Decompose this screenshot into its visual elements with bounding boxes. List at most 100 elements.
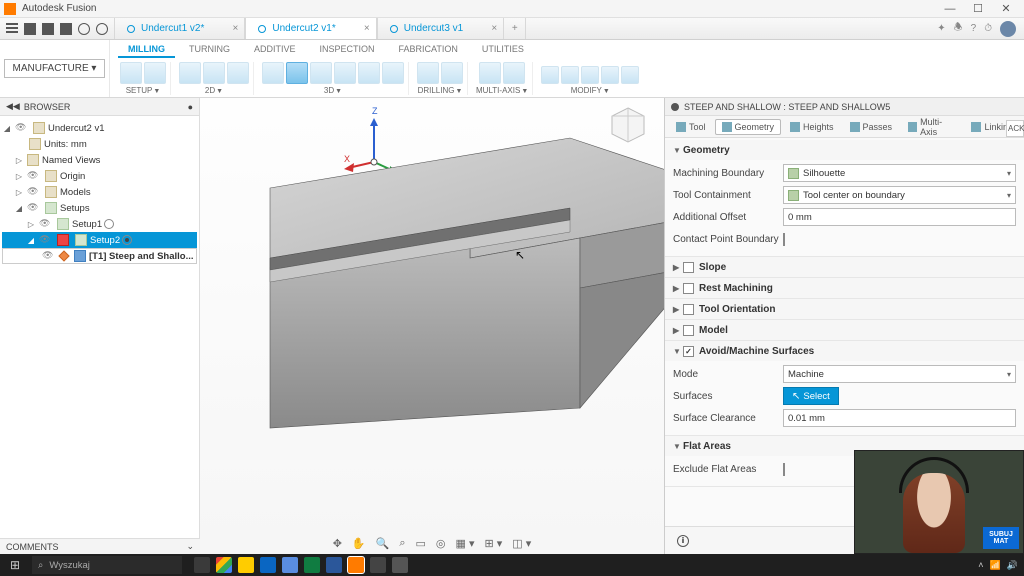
- document-tab-2[interactable]: Undercut2 v1* ×: [245, 18, 376, 39]
- start-button[interactable]: ⊞: [0, 558, 30, 572]
- multiaxis-icon[interactable]: [503, 62, 525, 84]
- collapse-icon[interactable]: ◀◀: [6, 101, 20, 112]
- modify-icon[interactable]: [581, 66, 599, 84]
- tray-up-icon[interactable]: ˄: [978, 560, 983, 570]
- app-icon[interactable]: [282, 557, 298, 573]
- comments-bar[interactable]: COMMENTS ⌄: [0, 538, 200, 554]
- active-setup-radio[interactable]: [122, 235, 132, 245]
- zoom-icon[interactable]: 🔍: [376, 537, 390, 550]
- help-icon[interactable]: ?: [971, 23, 977, 34]
- fit-icon[interactable]: ▭: [416, 537, 426, 550]
- tree-setup1[interactable]: ▷Setup1: [2, 216, 197, 232]
- input-additional-offset[interactable]: [783, 208, 1016, 226]
- 2d-op-icon[interactable]: [179, 62, 201, 84]
- section-tool-orientation[interactable]: ▶Tool Orientation: [665, 299, 1024, 319]
- close-tab-icon[interactable]: ×: [364, 23, 370, 34]
- visibility-icon[interactable]: [39, 234, 51, 246]
- section-slope[interactable]: ▶Slope: [665, 257, 1024, 277]
- pan-icon[interactable]: ✋: [352, 537, 366, 550]
- tab-geometry[interactable]: Geometry: [715, 119, 782, 135]
- jobs-icon[interactable]: ⏱: [984, 23, 992, 34]
- nc-program-icon[interactable]: [144, 62, 166, 84]
- checkbox-contact-point[interactable]: [783, 233, 785, 246]
- minimize-button[interactable]: —: [936, 3, 964, 15]
- grid-icon[interactable]: [6, 23, 18, 35]
- tree-units[interactable]: Units: mm: [2, 136, 197, 152]
- dropdown-mode[interactable]: Machine: [783, 365, 1016, 383]
- 2d-op-icon[interactable]: [227, 62, 249, 84]
- section-rest-machining[interactable]: ▶Rest Machining: [665, 278, 1024, 298]
- tree-origin[interactable]: ▷Origin: [2, 168, 197, 184]
- look-at-icon[interactable]: ◎: [436, 537, 446, 550]
- document-tab-1[interactable]: Undercut1 v2* ×: [114, 18, 245, 39]
- grid-icon[interactable]: ⊞ ▾: [485, 537, 503, 550]
- section-avoid-surfaces[interactable]: ▼Avoid/Machine Surfaces: [665, 341, 1024, 361]
- extensions-icon[interactable]: ✦: [937, 23, 945, 34]
- file-menu-icon[interactable]: [42, 23, 54, 35]
- new-tab-button[interactable]: +: [504, 18, 526, 39]
- tree-models[interactable]: ▷Models: [2, 184, 197, 200]
- close-tab-icon[interactable]: ×: [491, 23, 497, 34]
- checkbox-exclude-flat[interactable]: [783, 463, 785, 476]
- save-icon[interactable]: [60, 23, 72, 35]
- app-icon[interactable]: [370, 557, 386, 573]
- visibility-icon[interactable]: [15, 122, 27, 134]
- select-surfaces-button[interactable]: ↖Select: [783, 387, 839, 405]
- tree-setup2[interactable]: ◢Setup2: [2, 232, 197, 248]
- dropdown-tool-containment[interactable]: Tool center on boundary: [783, 186, 1016, 204]
- tab-heights[interactable]: Heights: [783, 119, 841, 135]
- tab-milling[interactable]: MILLING: [118, 42, 175, 58]
- visibility-icon[interactable]: [27, 170, 39, 182]
- system-tray[interactable]: ˄ 📶 🔊: [978, 560, 1024, 571]
- setup-icon[interactable]: [120, 62, 142, 84]
- tree-root[interactable]: ◢Undercut2 v1: [2, 120, 197, 136]
- info-icon[interactable]: i: [677, 535, 689, 547]
- multiaxis-icon[interactable]: [479, 62, 501, 84]
- user-avatar[interactable]: [1000, 21, 1016, 37]
- section-model[interactable]: ▶Model: [665, 320, 1024, 340]
- tab-turning[interactable]: TURNING: [179, 42, 240, 58]
- checkbox-model[interactable]: [683, 325, 694, 336]
- pin-icon[interactable]: ●: [188, 102, 193, 112]
- dropdown-machining-boundary[interactable]: Silhouette: [783, 164, 1016, 182]
- manufacture-button[interactable]: MANUFACTURE ▾: [4, 59, 106, 78]
- drill-icon[interactable]: [441, 62, 463, 84]
- explorer-icon[interactable]: [238, 557, 254, 573]
- modify-icon[interactable]: [621, 66, 639, 84]
- app-icon[interactable]: [392, 557, 408, 573]
- checkbox-avoid-surfaces[interactable]: [683, 346, 694, 357]
- tab-utilities[interactable]: UTILITIES: [472, 42, 534, 58]
- fusion-icon[interactable]: [348, 557, 364, 573]
- visibility-icon[interactable]: [27, 202, 39, 214]
- close-tab-icon[interactable]: ×: [233, 23, 239, 34]
- input-surface-clearance[interactable]: [783, 409, 1016, 427]
- notifications-icon[interactable]: 🕭: [954, 20, 963, 37]
- expand-icon[interactable]: ⌄: [186, 541, 194, 552]
- modify-icon[interactable]: [601, 66, 619, 84]
- 3d-op-icon[interactable]: [310, 62, 332, 84]
- tab-multiaxis[interactable]: Multi-Axis: [901, 114, 962, 140]
- visibility-icon[interactable]: [39, 218, 51, 230]
- orbit-icon[interactable]: ✥: [333, 537, 342, 550]
- 3d-op-icon[interactable]: [334, 62, 356, 84]
- viewcube[interactable]: [606, 104, 650, 148]
- zoom-window-icon[interactable]: ⌕: [399, 537, 405, 550]
- task-view-icon[interactable]: [194, 557, 210, 573]
- checkbox-orientation[interactable]: [683, 304, 694, 315]
- wifi-icon[interactable]: 📶: [990, 560, 1001, 571]
- volume-icon[interactable]: 🔊: [1007, 560, 1018, 571]
- side-dock-item[interactable]: ACK: [1006, 120, 1024, 137]
- section-geometry[interactable]: ▼Geometry: [665, 140, 1024, 160]
- maximize-button[interactable]: ☐: [964, 2, 992, 15]
- modify-icon[interactable]: [541, 66, 559, 84]
- browser-header[interactable]: ◀◀ BROWSER ●: [0, 98, 199, 116]
- modify-icon[interactable]: [561, 66, 579, 84]
- 2d-op-icon[interactable]: [203, 62, 225, 84]
- viewport-icon[interactable]: ◫ ▾: [512, 537, 531, 550]
- data-panel-icon[interactable]: [24, 23, 36, 35]
- checkbox-slope[interactable]: [683, 262, 694, 273]
- tab-tool[interactable]: Tool: [669, 119, 713, 135]
- 3d-op-icon[interactable]: [262, 62, 284, 84]
- taskbar-search[interactable]: ⌕ Wyszukaj: [32, 556, 182, 574]
- drill-icon[interactable]: [417, 62, 439, 84]
